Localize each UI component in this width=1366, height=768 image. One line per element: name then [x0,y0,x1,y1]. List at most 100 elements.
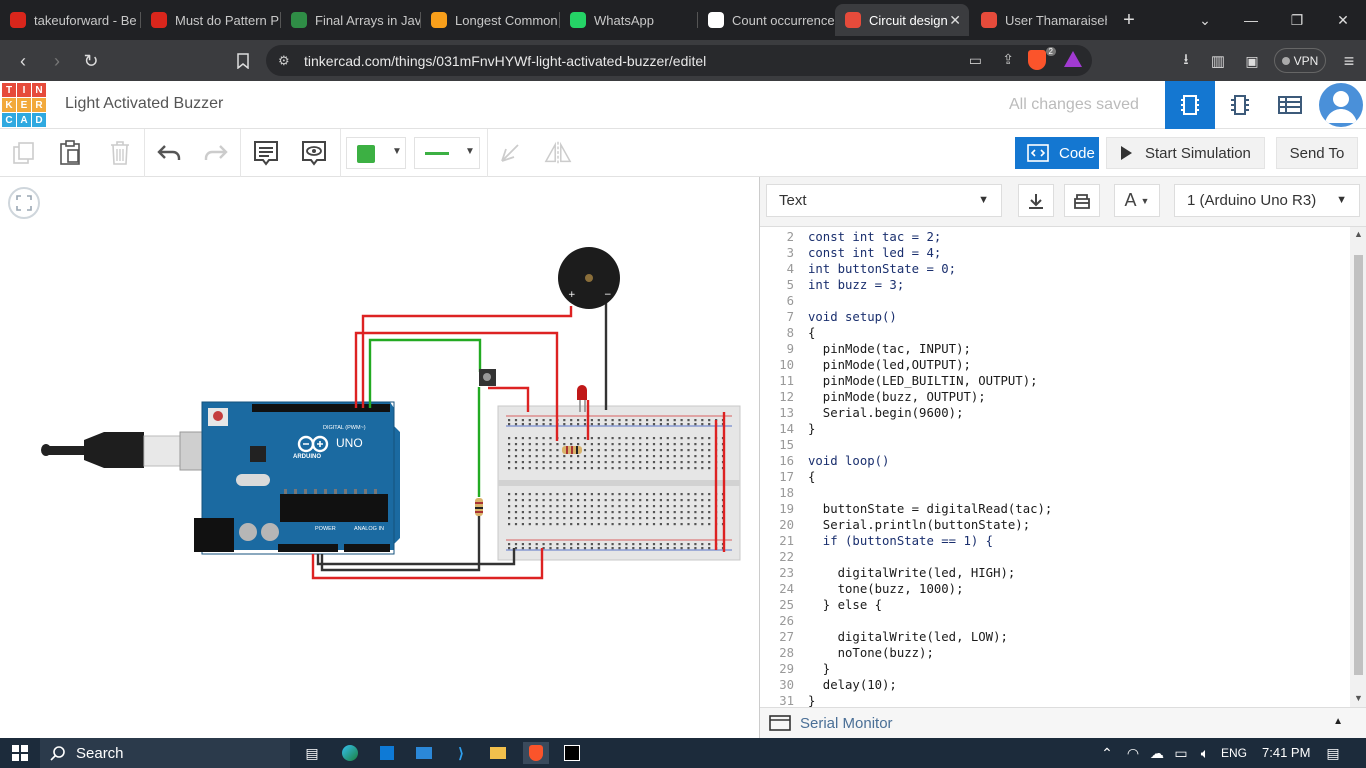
component-list-button[interactable] [1265,81,1315,129]
libraries-button[interactable] [1064,184,1100,217]
wire-type-icon [425,152,449,155]
browser-tab[interactable]: Final Arrays in Jav [281,6,420,34]
windows-start-icon[interactable] [9,742,31,764]
button-resistor[interactable] [475,498,483,516]
browser-tab[interactable]: Count occurrence [698,6,834,34]
browser-tab[interactable]: User Thamaraiseh [971,6,1107,34]
scroll-up-icon[interactable]: ▲ [1354,229,1363,239]
network-icon[interactable]: ◠ [1122,742,1144,764]
chatgpt-icon [708,12,724,28]
brave-rewards-icon[interactable] [1064,51,1082,67]
code-mode-select[interactable]: Text ▼ [766,184,1002,217]
store-icon[interactable] [376,742,398,764]
paste-icon[interactable] [56,139,84,167]
wire-color-picker[interactable]: ▼ [346,137,406,169]
code-scrollbar[interactable]: ▲ ▼ [1350,227,1366,707]
code-line: 4 int buttonState = 0; [760,261,1350,277]
tinkercad-logo[interactable]: TIN KER CAD [2,83,46,127]
flip-icon[interactable] [544,139,572,167]
site-info-icon[interactable]: ⚙ [278,53,290,69]
bookmark-icon[interactable] [230,48,256,74]
line-code: } else { [808,598,883,612]
breadboard[interactable] [497,405,741,561]
browser-tab[interactable]: takeuforward - Be [0,6,140,34]
share-icon[interactable]: ⇪ [1002,51,1014,68]
browser-menu-icon[interactable]: ≡ [1336,48,1362,74]
schematic-view-button[interactable] [1215,81,1265,129]
notifications-icon[interactable]: ▤ [1322,742,1344,764]
minimize-button[interactable]: — [1228,0,1274,40]
expand-up-icon[interactable]: ▲ [1333,716,1343,727]
sidebar-icon[interactable]: ▥ [1205,48,1231,74]
wallet-icon[interactable]: ▣ [1239,48,1265,74]
circuit-view-button[interactable] [1165,81,1215,129]
onedrive-icon[interactable]: ☁ [1146,742,1168,764]
code-button[interactable]: Code [1015,137,1099,169]
user-avatar[interactable] [1319,83,1363,127]
browser-tab[interactable]: Must do Pattern P [141,6,280,34]
intellij-icon[interactable] [561,742,583,764]
brave-shields-icon[interactable] [1028,50,1046,70]
show-hidden-icons[interactable]: ⌃ [1096,742,1118,764]
line-number: 14 [779,422,794,436]
browser-tab[interactable]: WhatsApp [560,6,697,34]
piezo-buzzer[interactable]: + − [558,247,620,309]
brave-browser-icon[interactable] [523,742,549,764]
browser-tab[interactable]: Longest Common [421,6,559,34]
taskbar-search[interactable]: Search [40,738,290,768]
download-code-button[interactable] [1018,184,1054,217]
line-number: 3 [786,246,794,260]
wire-type-picker[interactable]: ▼ [414,137,480,169]
url-field[interactable]: ⚙ tinkercad.com/things/031mFnvHYWf-light… [266,45,1092,76]
file-explorer-icon[interactable] [487,742,509,764]
redo-icon[interactable] [202,139,230,167]
line-code: pinMode(buzz, OUTPUT); [808,390,986,404]
send-to-button[interactable]: Send To [1276,137,1358,169]
forward-button[interactable]: › [44,48,70,74]
volume-icon[interactable]: 🔈︎ [1194,742,1216,764]
vscode-icon[interactable]: ⟩ [450,742,472,764]
code-line: 13 Serial.begin(9600); [760,405,1350,421]
notes-visibility-icon[interactable] [300,139,328,167]
scroll-down-icon[interactable]: ▼ [1354,693,1363,703]
design-title[interactable]: Light Activated Buzzer [65,95,223,113]
task-view-icon[interactable]: ▤ [301,742,323,764]
circuit-canvas[interactable]: UNO ARDUINO DIGITAL (PWM~) POWER ANALOG … [0,177,759,738]
copy-icon[interactable] [10,139,38,167]
start-simulation-button[interactable]: Start Simulation [1106,137,1265,169]
line-number: 29 [779,662,794,676]
device-select[interactable]: 1 (Arduino Uno R3) ▼ [1174,184,1360,217]
serial-monitor-bar[interactable]: Serial Monitor ▲ [760,707,1366,738]
browser-tab[interactable]: Circuit design ✕ [835,4,969,36]
close-tab-icon[interactable]: ✕ [949,12,961,29]
line-code: int buzz = 3; [808,278,905,292]
code-text-area[interactable]: 2 const int tac = 2; 3 const int led = 4; 4 i… [760,227,1350,707]
push-button[interactable] [479,369,496,386]
arduino-uno-board[interactable]: UNO ARDUINO DIGITAL (PWM~) POWER ANALOG … [194,401,400,555]
led-resistor[interactable] [562,446,582,454]
font-size-button[interactable]: A ▼ [1114,184,1160,217]
scrollbar-thumb[interactable] [1354,255,1363,675]
delete-icon[interactable] [106,139,134,167]
tab-search-icon[interactable]: ⌄ [1182,0,1228,40]
mail-icon[interactable] [413,742,435,764]
line-code: delay(10); [808,678,897,692]
rotate-icon[interactable] [496,139,524,167]
undo-icon[interactable] [155,139,183,167]
maximize-button[interactable]: ❐ [1274,0,1320,40]
note-icon[interactable] [252,139,280,167]
battery-icon[interactable]: ▭ [1170,742,1192,764]
new-tab-button[interactable]: + [1117,8,1141,32]
logo-letter: D [32,113,46,127]
clock[interactable]: 7:41 PM [1262,745,1310,760]
line-number: 31 [779,694,794,707]
back-button[interactable]: ‹ [10,48,36,74]
edge-icon[interactable] [339,742,361,764]
reload-button[interactable]: ↻ [78,48,104,74]
close-window-button[interactable]: ✕ [1320,0,1366,40]
downloads-icon[interactable]: ⭳ [1173,48,1199,74]
vpn-button[interactable]: VPN [1274,48,1326,73]
svg-text:+: + [568,290,576,300]
cast-icon[interactable]: ▭ [969,52,982,69]
language-indicator[interactable]: ENG [1221,746,1247,760]
